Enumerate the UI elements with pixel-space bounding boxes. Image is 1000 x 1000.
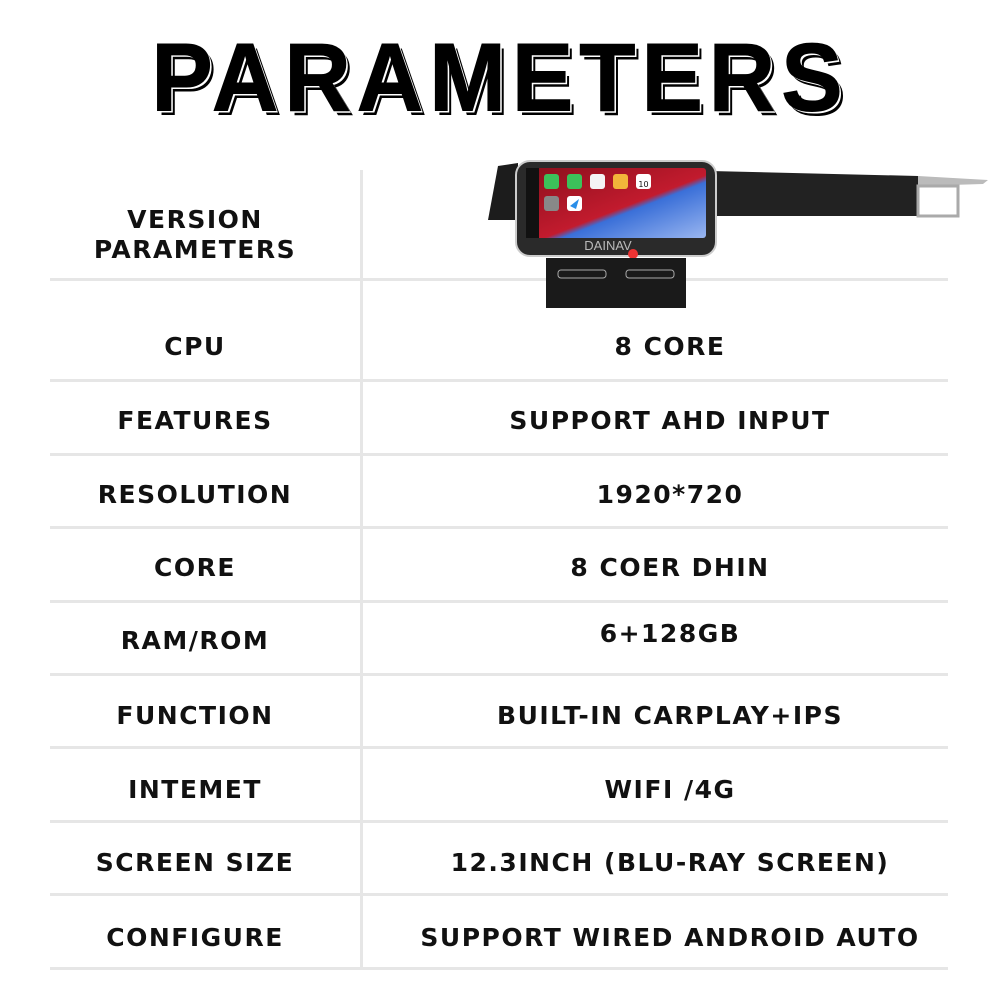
- row-value-function: BUILT-IN CARPLAY+IPS: [497, 701, 843, 730]
- row-value-ram-rom: 6+128GB: [599, 619, 741, 648]
- row-value-configure: SUPPORT WIRED ANDROID AUTO: [420, 923, 920, 952]
- row-divider: [50, 967, 948, 970]
- row-label-resolution: RESOLUTION: [97, 480, 293, 509]
- row-divider: [50, 379, 948, 382]
- version-parameters-header: VERSION PARAMETERS: [93, 205, 297, 264]
- row-divider: [50, 600, 948, 603]
- row-label-core: CORE: [154, 553, 236, 582]
- row-label-cpu: CPU: [164, 332, 226, 361]
- row-label-configure: CONFIGURE: [106, 923, 284, 952]
- row-value-internet: WIFI /4G: [604, 775, 736, 804]
- row-label-function: FUNCTION: [116, 701, 274, 730]
- row-label-ram-rom: RAM/ROM: [120, 626, 270, 655]
- row-divider: [50, 820, 948, 823]
- row-label-screen-size: SCREEN SIZE: [95, 848, 295, 877]
- row-value-core: 8 COER DHIN: [570, 553, 770, 582]
- column-divider: [360, 170, 363, 970]
- calendar-day: 10: [638, 180, 648, 189]
- row-divider: [50, 673, 948, 676]
- row-divider: [50, 746, 948, 749]
- product-image: 10 DAINAV: [488, 160, 988, 308]
- row-label-features: FEATURES: [117, 406, 273, 435]
- row-divider: [50, 526, 948, 529]
- row-label-internet: INTEMET: [128, 775, 262, 804]
- row-divider: [50, 893, 948, 896]
- row-value-resolution: 1920*720: [596, 480, 744, 509]
- watermark-logo: DAINAV: [584, 238, 632, 253]
- row-divider: [50, 453, 948, 456]
- row-value-cpu: 8 CORE: [614, 332, 726, 361]
- row-value-screen-size: 12.3INCH (BLU-RAY SCREEN): [450, 848, 890, 877]
- page-title: PARAMETERS: [151, 24, 849, 132]
- row-value-features: SUPPORT AHD INPUT: [509, 406, 831, 435]
